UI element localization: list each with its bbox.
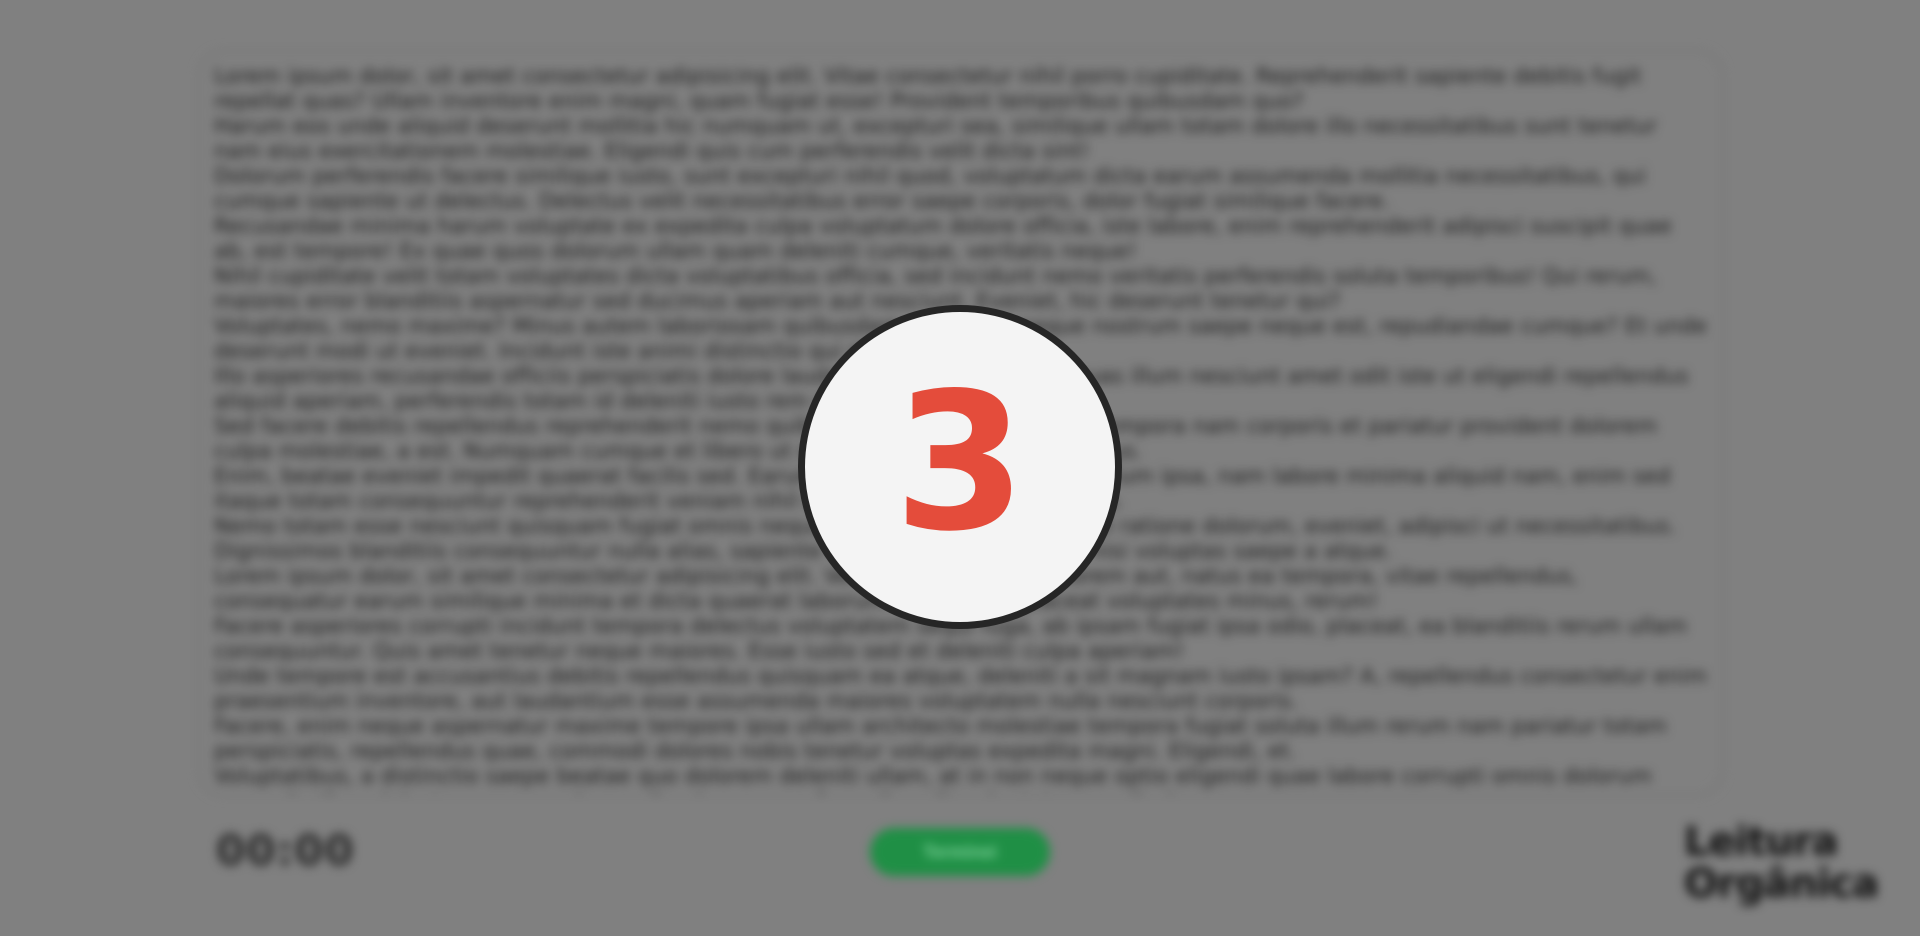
countdown-number: 3: [893, 352, 1027, 573]
countdown-circle: 3: [798, 305, 1122, 629]
paragraph: Harum eos unde aliquid deserunt mollitia…: [214, 114, 1657, 163]
paragraph: Facere, enim neque aspernatur maxime tem…: [214, 714, 1668, 763]
reading-screen: Lorem ipsum dolor, sit amet consectetur …: [0, 0, 1920, 936]
reading-timer: 00:00: [216, 826, 355, 875]
brand-logo: Leitura Orgânica: [1684, 822, 1894, 904]
paragraph: Dolorum perferendis facere similique ius…: [214, 164, 1646, 213]
logo-line-1: Leitura: [1684, 819, 1839, 865]
paragraph: Recusandae minima harum voluptate ex exp…: [214, 214, 1672, 263]
paragraph: Lorem ipsum dolor, sit amet consectetur …: [214, 64, 1642, 113]
finish-button[interactable]: Terminei: [870, 828, 1050, 876]
logo-line-2: Orgânica: [1684, 861, 1879, 907]
paragraph: Unde tempore est accusantius debitis rep…: [214, 664, 1708, 713]
paragraph: Voluptatibus, a distinctio saepe beatae …: [214, 764, 1652, 794]
